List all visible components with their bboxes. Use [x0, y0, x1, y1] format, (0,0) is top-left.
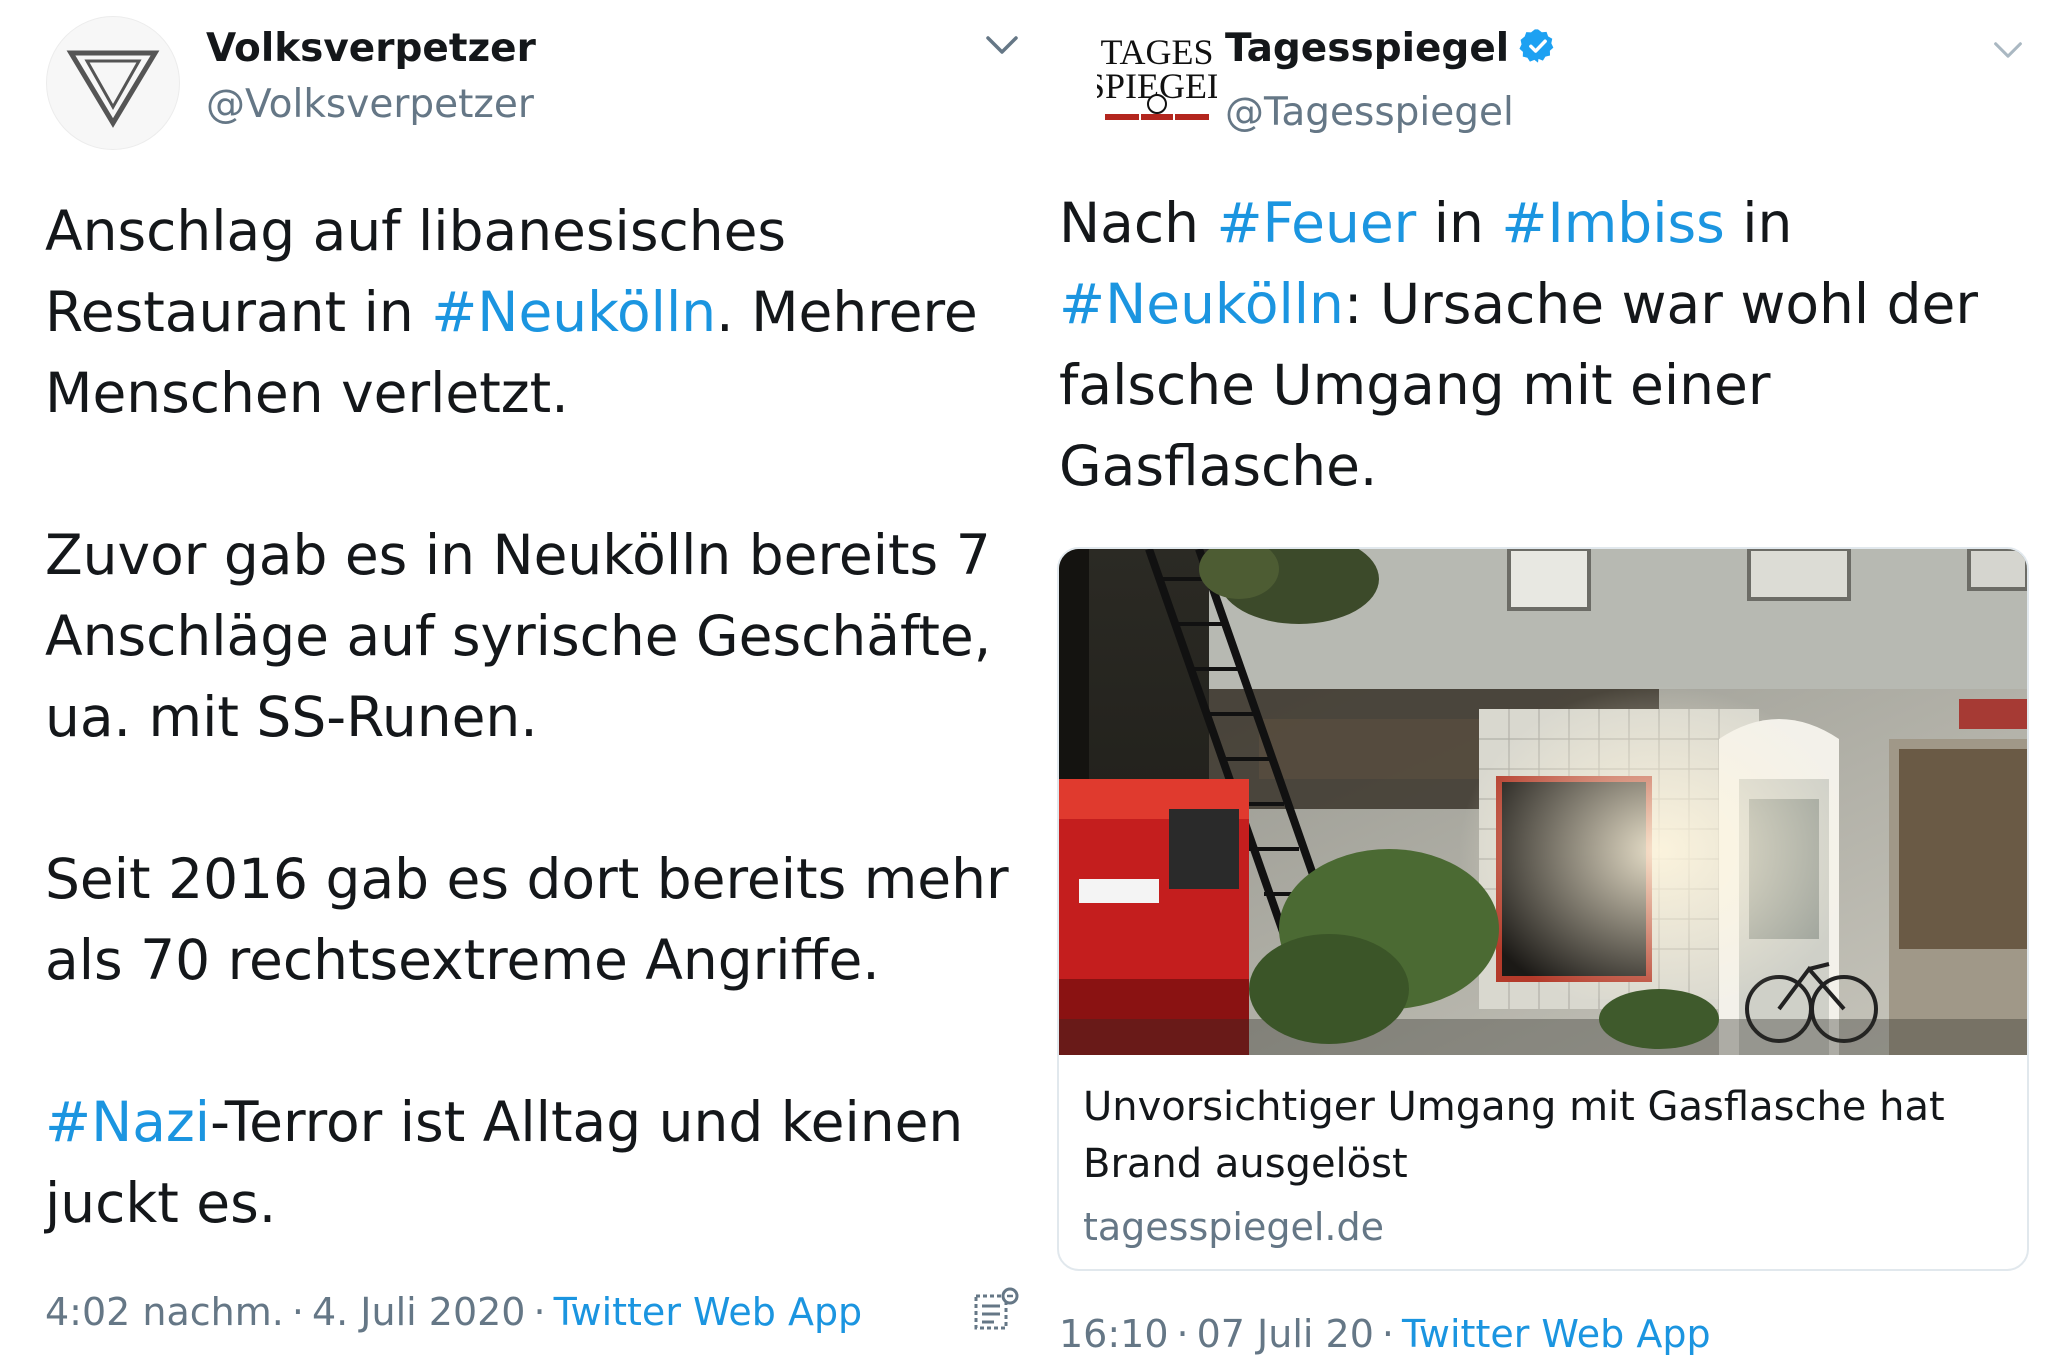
tweet-text-run: Seit 2016 gab es dort bereits mehr als 7…: [45, 847, 1009, 992]
display-name: Tagesspiegel: [1225, 26, 1557, 71]
analytics-icon[interactable]: [972, 1286, 1020, 1334]
tweet-text-run: Nach: [1059, 191, 1217, 255]
meta-separator: ·: [1381, 1312, 1394, 1356]
hashtag-link[interactable]: #Imbiss: [1501, 191, 1724, 255]
tweet-text: Nach #Feuer in #Imbiss in #Neukölln: Urs…: [1059, 183, 2019, 507]
link-card[interactable]: Unvorsichtiger Umgang mit Gasflasche hat…: [1057, 547, 2029, 1271]
handle[interactable]: @Volksverpetzer: [206, 82, 534, 127]
tweet-volksverpetzer: Volksverpetzer @Volksverpetzer Anschlag …: [0, 0, 1035, 1365]
avatar[interactable]: TAGES SPIEGEL: [1085, 30, 1229, 130]
verified-badge-icon: [1519, 29, 1554, 63]
tweet-time[interactable]: 4:02 nachm.: [45, 1290, 284, 1334]
display-name-text[interactable]: Tagesspiegel: [1225, 26, 1509, 71]
chevron-down-icon[interactable]: [1993, 40, 2023, 60]
hashtag-link[interactable]: #Neukölln: [1059, 272, 1344, 336]
tagesspiegel-logo-icon: TAGES SPIEGEL: [1085, 32, 1229, 120]
hashtag-link[interactable]: #Nazi: [45, 1090, 210, 1154]
card-image[interactable]: [1059, 549, 2027, 1055]
tweet-meta: 16:10 · 07 Juli 20 · Twitter Web App: [1059, 1312, 1711, 1356]
tweet-date[interactable]: 07 Juli 20: [1197, 1312, 1374, 1356]
avatar[interactable]: [46, 16, 180, 150]
card-body: Unvorsichtiger Umgang mit Gasflasche hat…: [1083, 1079, 2003, 1257]
tweet-paragraph: Nach #Feuer in #Imbiss in #Neukölln: Urs…: [1059, 183, 2019, 507]
tweet-text-run: in: [1416, 191, 1502, 255]
tweet-time[interactable]: 16:10: [1059, 1312, 1169, 1356]
source-app-link[interactable]: Twitter Web App: [554, 1290, 863, 1334]
triangle-logo-icon: [66, 50, 160, 128]
tweet-paragraph: Zuvor gab es in Neukölln bereits 7 Ansch…: [45, 515, 1020, 758]
tweet-paragraph: Anschlag auf libanesisches Restaurant in…: [45, 191, 1020, 434]
display-name[interactable]: Volksverpetzer: [206, 26, 536, 71]
tweet-paragraph: #Nazi-Terror ist Alltag und keinen juckt…: [45, 1082, 1020, 1244]
tweet-text-run: Zuvor gab es in Neukölln bereits 7 Ansch…: [45, 523, 992, 749]
tweet-tagesspiegel: TAGES SPIEGEL Tagesspiegel @Tagesspiegel…: [1035, 0, 2048, 1365]
handle[interactable]: @Tagesspiegel: [1225, 90, 1514, 135]
meta-separator: ·: [291, 1290, 304, 1334]
hashtag-link[interactable]: #Neukölln: [431, 280, 716, 344]
chevron-down-icon[interactable]: [985, 34, 1019, 56]
tweet-date[interactable]: 4. Juli 2020: [312, 1290, 526, 1334]
tweet-paragraph: Seit 2016 gab es dort bereits mehr als 7…: [45, 839, 1020, 1001]
source-app-link[interactable]: Twitter Web App: [1402, 1312, 1711, 1356]
tweet-text-run: in: [1724, 191, 1793, 255]
card-title[interactable]: Unvorsichtiger Umgang mit Gasflasche hat…: [1083, 1079, 2003, 1193]
tweet-text: Anschlag auf libanesisches Restaurant in…: [45, 191, 1020, 1244]
tweet-meta: 4:02 nachm. · 4. Juli 2020 · Twitter Web App: [45, 1290, 862, 1334]
card-domain: tagesspiegel.de: [1083, 1205, 1384, 1249]
meta-separator: ·: [1176, 1312, 1189, 1356]
meta-separator: ·: [533, 1290, 546, 1334]
hashtag-link[interactable]: #Feuer: [1216, 191, 1416, 255]
